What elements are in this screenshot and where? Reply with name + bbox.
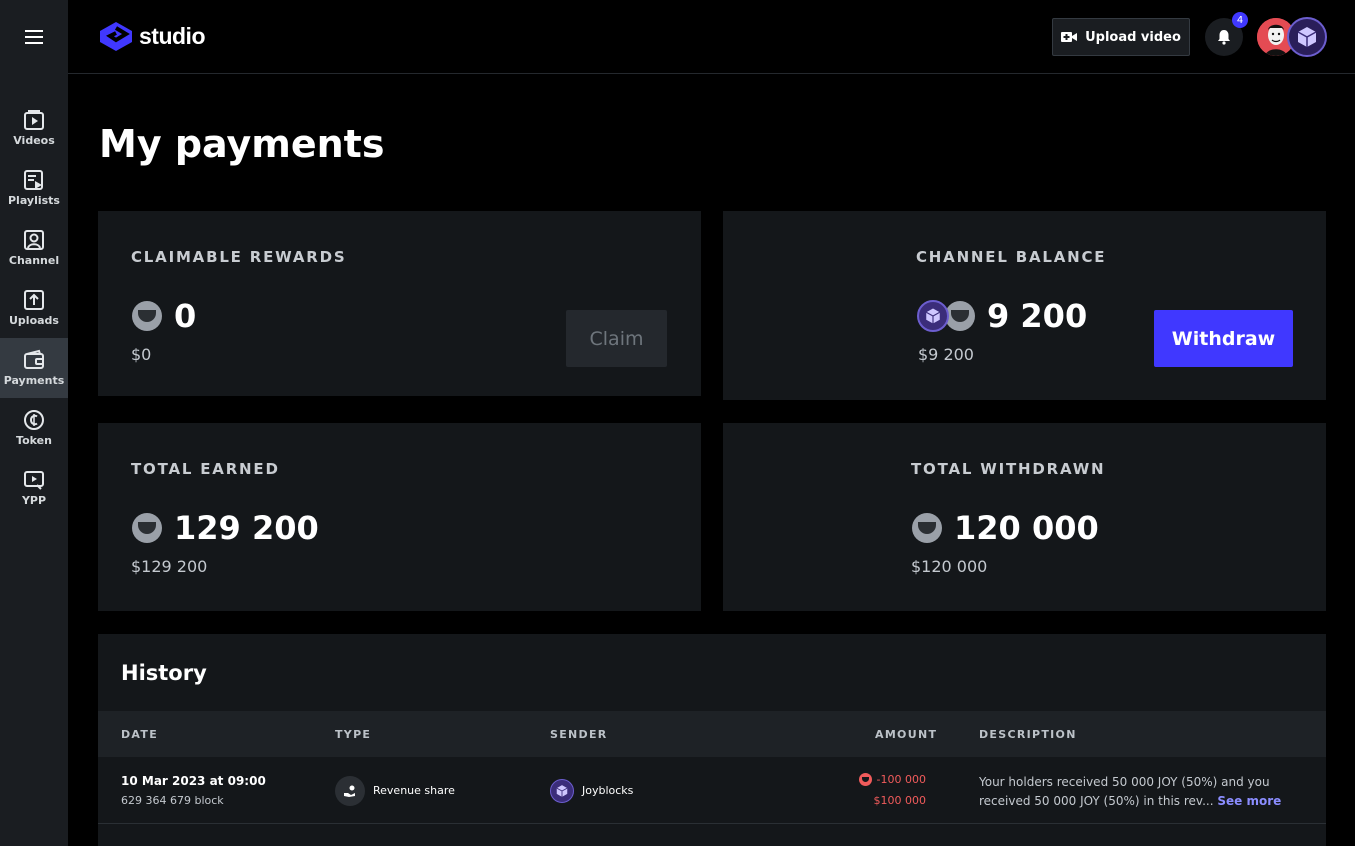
sidebar-nav: Videos Playlists Channel Uploads Payment…	[0, 98, 68, 518]
total-withdrawn-card: TOTAL WITHDRAWN 120 000 $120 000	[723, 423, 1326, 611]
joy-token-icon	[132, 301, 162, 331]
video-add-icon	[1061, 32, 1078, 42]
joy-token-icon	[945, 301, 975, 331]
videos-icon	[24, 110, 44, 130]
sidebar-item-channel[interactable]: Channel	[0, 218, 68, 278]
sidebar-item-label: Playlists	[8, 194, 60, 207]
row-amount-usd: $100 000	[873, 794, 927, 807]
notification-count-badge: 4	[1232, 12, 1248, 28]
playlists-icon	[24, 170, 43, 190]
revenue-share-icon	[335, 776, 365, 806]
sidebar-item-label: Payments	[3, 374, 65, 387]
sidebar-item-playlists[interactable]: Playlists	[0, 158, 68, 218]
sidebar: Videos Playlists Channel Uploads Payment…	[0, 0, 68, 846]
card-amount: 129 200	[132, 509, 319, 547]
row-amount: -100 000	[858, 773, 926, 786]
total-earned-card: TOTAL EARNED 129 200 $129 200	[98, 423, 701, 611]
sidebar-item-label: Uploads	[9, 314, 59, 327]
sidebar-item-token[interactable]: Token	[0, 398, 68, 458]
channel-avatar[interactable]	[1287, 17, 1327, 57]
column-header-description[interactable]: DESCRIPTION	[979, 728, 1077, 741]
logo-text: studio	[139, 22, 206, 49]
row-amount-value: -100 000	[876, 773, 926, 786]
bell-icon	[1218, 30, 1230, 45]
claim-button[interactable]: Claim	[566, 310, 667, 367]
balance-amount: 9 200	[987, 297, 1088, 335]
sidebar-item-label: Channel	[8, 254, 60, 267]
upload-video-button[interactable]: Upload video	[1052, 18, 1190, 56]
card-label: TOTAL EARNED	[131, 460, 280, 478]
ypp-icon	[24, 471, 44, 490]
withdraw-button[interactable]: Withdraw	[1154, 310, 1293, 367]
page-title: My payments	[99, 122, 385, 166]
sender-cube-icon	[550, 779, 574, 803]
token-icon	[24, 410, 44, 430]
withdrawn-amount: 120 000	[954, 509, 1099, 547]
row-block: 629 364 679 block	[121, 794, 224, 807]
row-date: 10 Mar 2023 at 09:00	[121, 774, 266, 788]
claimable-rewards-card: CLAIMABLE REWARDS 0 $0 Claim	[98, 211, 701, 396]
sidebar-item-uploads[interactable]: Uploads	[0, 278, 68, 338]
column-header-type[interactable]: TYPE	[335, 728, 371, 741]
card-label: CLAIMABLE REWARDS	[131, 248, 347, 266]
sidebar-item-videos[interactable]: Videos	[0, 98, 68, 158]
row-description: Your holders received 50 000 JOY (50%) a…	[979, 773, 1309, 811]
sidebar-item-label: YPP	[21, 494, 47, 507]
column-header-sender[interactable]: SENDER	[550, 728, 608, 741]
joy-token-icon	[858, 773, 872, 786]
history-title: History	[121, 661, 207, 685]
studio-logo[interactable]: studio	[98, 20, 206, 52]
card-amount: 9 200	[917, 297, 1087, 335]
earned-amount: 129 200	[174, 509, 319, 547]
see-more-link[interactable]: See more	[1217, 794, 1281, 808]
sidebar-item-payments[interactable]: Payments	[0, 338, 68, 398]
upload-video-label: Upload video	[1085, 29, 1181, 45]
sidebar-item-label: Videos	[13, 134, 55, 147]
sidebar-item-ypp[interactable]: YPP	[0, 458, 68, 518]
claimable-usd: $0	[131, 345, 152, 364]
history-section: History DATE TYPE SENDER AMOUNT DESCRIPT…	[98, 634, 1326, 846]
card-label: TOTAL WITHDRAWN	[911, 460, 1106, 478]
sidebar-item-label: Token	[16, 434, 52, 447]
balance-usd: $9 200	[918, 345, 974, 364]
hamburger-icon	[25, 30, 43, 44]
claimable-amount: 0	[174, 297, 197, 335]
hamburger-menu-button[interactable]	[0, 0, 68, 74]
uploads-icon	[24, 290, 44, 310]
joy-token-icon	[912, 513, 942, 543]
table-row: 10 Mar 2023 at 09:00 629 364 679 block R…	[98, 757, 1326, 824]
card-amount: 120 000	[912, 509, 1099, 547]
joystream-logo-icon	[100, 22, 132, 51]
cube-icon	[1297, 27, 1317, 47]
row-type: Revenue share	[373, 784, 455, 797]
channel-cube-icon	[917, 300, 949, 332]
row-sender[interactable]: Joyblocks	[582, 784, 633, 797]
wallet-icon	[24, 349, 44, 369]
column-header-date[interactable]: DATE	[121, 728, 158, 741]
table-row-partial	[98, 824, 1326, 846]
card-amount: 0	[132, 297, 196, 335]
topbar: studio Upload video 4	[68, 0, 1355, 74]
channel-balance-card: CHANNEL BALANCE 9 200 $9 200 Withdraw	[723, 211, 1326, 400]
withdrawn-usd: $120 000	[911, 557, 988, 576]
channel-icon	[24, 230, 44, 250]
card-label: CHANNEL BALANCE	[916, 248, 1107, 266]
history-table-header: DATE TYPE SENDER AMOUNT DESCRIPTION	[98, 711, 1326, 757]
joy-token-icon	[132, 513, 162, 543]
column-header-amount[interactable]: AMOUNT	[875, 728, 937, 741]
earned-usd: $129 200	[131, 557, 208, 576]
